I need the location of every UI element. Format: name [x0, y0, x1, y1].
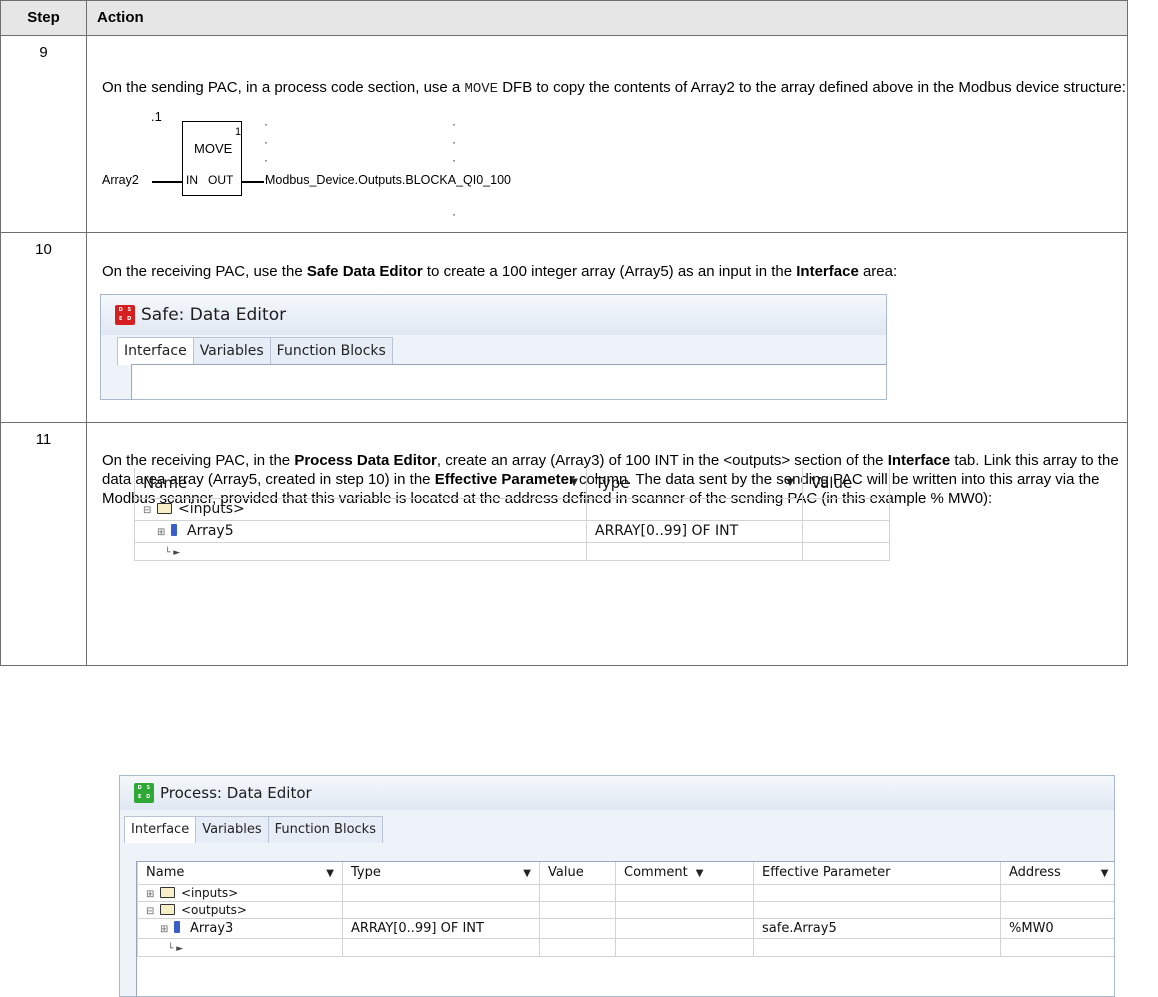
move-block-name: MOVE: [194, 141, 233, 156]
input-pin-label: IN: [186, 173, 198, 187]
editor-grid-pane: Name ▼ Type ▼ Value Comment ▼ Effective Par…: [136, 861, 1114, 996]
column-type[interactable]: Type ▼: [586, 468, 803, 499]
process-variables-grid: Name ▼ Type ▼ Value Comment ▼ Effective Par…: [137, 862, 1114, 957]
safe-variables-grid: Name ▼ Type ▼ Value ⊟ <inputs> ⊞ Array5 ARRA…: [134, 468, 890, 561]
collapse-icon: ⊟: [146, 905, 155, 917]
output-variable: Modbus_Device.Outputs.BLOCKA_QI0_100: [265, 173, 511, 187]
column-type[interactable]: Type ▼: [342, 862, 540, 885]
column-value[interactable]: Value: [802, 468, 890, 499]
dropdown-icon[interactable]: ▼: [786, 477, 794, 488]
folder-open-icon: [160, 903, 175, 915]
tab-variables[interactable]: Variables: [192, 337, 271, 365]
dropdown-icon[interactable]: ▼: [1101, 868, 1109, 879]
new-row-icon: └ ►: [165, 547, 181, 558]
process-editor-icon: DS ED: [134, 783, 154, 803]
tab-interface[interactable]: Interface: [117, 337, 194, 365]
editor-titlebar: DS ED Process: Data Editor: [120, 776, 1114, 810]
fbd-index-label: .1: [151, 109, 162, 124]
folder-icon: [160, 886, 175, 898]
step-9-text: On the sending PAC, in a process code se…: [102, 79, 1126, 97]
safe-data-editor-window: DS ED Safe: Data Editor Interface Variab…: [100, 294, 887, 400]
expand-icon: ⊞: [160, 923, 169, 935]
expand-icon: ⊞: [157, 527, 166, 538]
table-row[interactable]: ⊟ <inputs>: [134, 497, 890, 521]
tab-function-blocks[interactable]: Function Blocks: [269, 337, 393, 365]
safe-editor-icon: DS ED: [115, 305, 135, 325]
new-row[interactable]: └ ►: [137, 937, 1114, 957]
table-row[interactable]: ⊟ <outputs>: [137, 900, 1114, 919]
process-data-editor-window: DS ED Process: Data Editor Interface Var…: [119, 775, 1115, 997]
action-cell: On the receiving PAC, use the Safe Data …: [86, 232, 1128, 423]
header-step: Step: [0, 0, 87, 36]
variable-icon: [171, 524, 177, 536]
dropdown-icon[interactable]: ▼: [523, 868, 531, 879]
step-number: 9: [0, 35, 87, 233]
input-wire: [152, 181, 182, 183]
safe-grid-wrapper: Name ▼ Type ▼ Value ⊟ <inputs> ⊞ Array5 ARRA…: [134, 468, 890, 561]
step-number: 10: [0, 232, 87, 423]
editor-titlebar: DS ED Safe: Data Editor: [101, 295, 886, 335]
table-row: 10 On the receiving PAC, use the Safe Da…: [0, 232, 1128, 423]
editor-grid-pane: [131, 364, 886, 399]
editor-title: Process: Data Editor: [160, 784, 312, 802]
column-address[interactable]: Address ▼: [1000, 862, 1114, 885]
fbd-diagram: .1 MOVE 1 IN OUT Array2 Modbus_Device.Ou…: [102, 99, 1127, 221]
editor-title: Safe: Data Editor: [141, 305, 287, 325]
table-row[interactable]: ⊞ Array3 ARRAY[0..99] OF INT safe.Array5 …: [137, 917, 1114, 939]
procedure-table: Step Action 9 On the sending PAC, in a p…: [0, 0, 1128, 666]
folder-icon: [157, 503, 172, 514]
editor-tabs: Interface Variables Function Blocks: [120, 816, 1114, 843]
table-row[interactable]: ⊞ <inputs>: [137, 883, 1114, 902]
column-value[interactable]: Value: [539, 862, 616, 885]
variable-icon: [174, 920, 180, 933]
editor-tabs: Interface Variables Function Blocks: [101, 337, 886, 365]
table-header-row: Step Action: [0, 0, 1128, 36]
dropdown-icon[interactable]: ▼: [696, 868, 704, 879]
table-row[interactable]: ⊞ Array5 ARRAY[0..99] OF INT: [134, 519, 890, 543]
dropdown-icon[interactable]: ▼: [570, 477, 578, 488]
tab-interface[interactable]: Interface: [124, 816, 197, 843]
column-effective-parameter[interactable]: Effective Parameter: [753, 862, 1001, 885]
new-row-icon: └ ►: [168, 943, 184, 954]
grid-header-row: Name ▼ Type ▼ Value Comment ▼ Effective Par…: [137, 862, 1114, 885]
grid-dots: · · · · ·: [452, 117, 456, 221]
action-cell: On the sending PAC, in a process code se…: [86, 35, 1128, 233]
dropdown-icon[interactable]: ▼: [326, 868, 334, 879]
grid-dots: · · · ·: [264, 117, 268, 185]
input-variable: Array2: [102, 173, 139, 187]
tab-function-blocks[interactable]: Function Blocks: [267, 816, 383, 843]
move-block-number: 1: [235, 126, 242, 138]
tab-variables[interactable]: Variables: [195, 816, 269, 843]
new-row[interactable]: └ ►: [134, 541, 890, 561]
expand-icon: ⊞: [146, 888, 155, 900]
step-number: 11: [0, 422, 87, 666]
column-name[interactable]: Name ▼: [137, 862, 343, 885]
grid-header-row: Name ▼ Type ▼ Value: [134, 468, 890, 499]
step-10-text: On the receiving PAC, use the Safe Data …: [102, 263, 898, 280]
table-row: 9 On the sending PAC, in a process code …: [0, 35, 1128, 233]
collapse-icon: ⊟: [143, 505, 152, 516]
output-wire: [242, 181, 264, 183]
column-comment[interactable]: Comment ▼: [615, 862, 754, 885]
output-pin-label: OUT: [208, 173, 234, 187]
header-action: Action: [86, 0, 1128, 36]
move-code: MOVE: [464, 81, 499, 97]
column-name[interactable]: Name ▼: [134, 468, 587, 499]
